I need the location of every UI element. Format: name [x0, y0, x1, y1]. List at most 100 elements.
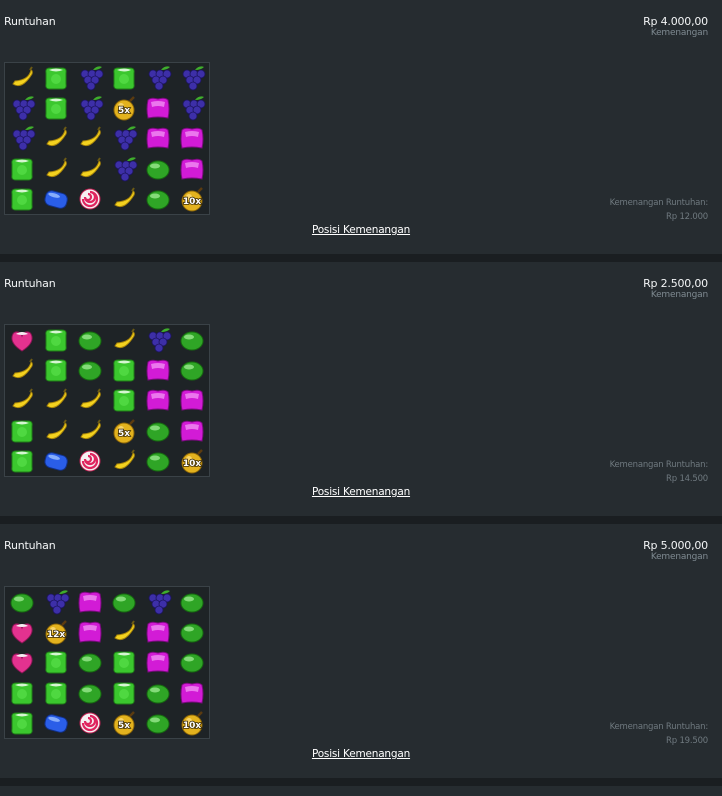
grid-cell: [5, 355, 39, 385]
green-square-candy-icon: [11, 450, 33, 473]
grid-cell: [5, 416, 39, 446]
green-square-candy-icon: [45, 359, 67, 382]
banana-icon: [80, 126, 101, 147]
grid-cell: [141, 708, 175, 738]
banana-icon: [46, 419, 67, 439]
multiplier-label: 10x: [183, 721, 202, 731]
green-apple-candy-icon: [146, 452, 170, 472]
win-amount: Rp 4.000,00: [643, 15, 708, 28]
win-amount-label: Kemenangan: [650, 290, 708, 300]
grid-cell: [73, 385, 107, 415]
grid-cell: [39, 93, 73, 123]
grid-cell: [39, 708, 73, 738]
grid-cell: [39, 416, 73, 446]
tumble-win-value: Rp 19.500: [666, 736, 708, 746]
grid-cell: [5, 587, 39, 617]
grid-cell: [5, 184, 39, 214]
grid-cell: [5, 325, 39, 355]
grid-cell: [107, 446, 141, 476]
purple-candy-icon: [78, 621, 102, 643]
grid-cell: [141, 93, 175, 123]
tumble-win-label: Kemenangan Runtuhan:: [609, 722, 709, 732]
grid-cell: [73, 325, 107, 355]
green-apple-candy-icon: [112, 593, 136, 613]
banana-icon: [80, 388, 101, 409]
multiplier-label: 5x: [118, 106, 130, 116]
purple-candy-icon: [146, 97, 170, 119]
grid-cell: [107, 325, 141, 355]
panel-title: Runtuhan: [4, 539, 56, 552]
purple-candy-icon: [146, 390, 170, 412]
banana-icon: [46, 126, 67, 147]
winning-positions-link[interactable]: Posisi Kemenangan: [0, 748, 722, 760]
purple-candy-icon: [146, 359, 170, 381]
green-square-candy-icon: [113, 359, 135, 382]
grid-cell: [39, 154, 73, 184]
green-square-candy-icon: [45, 651, 67, 674]
grid-cell: [73, 708, 107, 738]
green-apple-candy-icon: [146, 160, 170, 180]
winning-positions-link[interactable]: Posisi Kemenangan: [0, 486, 722, 498]
grid-cell: [73, 617, 107, 647]
green-apple-candy-icon: [78, 684, 102, 704]
banana-icon: [114, 328, 135, 349]
grid-cell: [39, 678, 73, 708]
grape-icon: [46, 590, 70, 615]
grid-cell: [175, 617, 209, 647]
grid-cell: [5, 678, 39, 708]
green-apple-candy-icon: [146, 422, 170, 442]
tumble-panel-next: [0, 786, 722, 796]
grid-cell: [141, 416, 175, 446]
grid-cell: [175, 416, 209, 446]
grid-cell: [73, 184, 107, 214]
panel-title: Runtuhan: [4, 277, 56, 290]
green-apple-candy-icon: [180, 593, 204, 613]
green-apple-candy-icon: [78, 331, 102, 351]
purple-candy-icon: [180, 128, 204, 150]
purple-candy-icon: [146, 652, 170, 674]
pink-heart-candy-icon: [11, 653, 33, 675]
grid-cell: [141, 325, 175, 355]
grid-cell: 5x: [107, 708, 141, 738]
grid-cell: 12x: [39, 617, 73, 647]
multiplier-bomb-icon: 5x: [113, 710, 135, 736]
green-square-candy-icon: [113, 67, 135, 90]
grid-cell: [175, 63, 209, 93]
grid-cell: [73, 123, 107, 153]
green-apple-candy-icon: [78, 361, 102, 381]
grid-cell: [175, 123, 209, 153]
grid-cell: [107, 647, 141, 677]
green-square-candy-icon: [11, 158, 33, 181]
grape-icon: [80, 96, 104, 121]
green-apple-candy-icon: [180, 331, 204, 351]
grid-cell: [5, 617, 39, 647]
grid-cell: [5, 154, 39, 184]
grid-cell: [73, 63, 107, 93]
grid-cell: [141, 587, 175, 617]
blue-candy-icon: [44, 190, 68, 209]
winning-positions-link[interactable]: Posisi Kemenangan: [0, 224, 722, 236]
multiplier-bomb-icon: 10x: [181, 710, 203, 736]
symbol-grid: 12x 5x 10x: [4, 586, 210, 739]
banana-icon: [114, 187, 135, 207]
green-square-candy-icon: [113, 651, 135, 674]
grid-cell: [5, 647, 39, 677]
blue-candy-icon: [44, 714, 68, 733]
lollipop-icon: [79, 712, 101, 734]
grid-cell: [5, 93, 39, 123]
purple-candy-icon: [180, 420, 204, 442]
green-square-candy-icon: [11, 682, 33, 705]
grid-cell: [107, 385, 141, 415]
purple-candy-icon: [180, 390, 204, 412]
grid-cell: [39, 355, 73, 385]
green-square-candy-icon: [45, 67, 67, 90]
grid-cell: [39, 123, 73, 153]
multiplier-label: 10x: [183, 197, 202, 207]
tumble-win-label: Kemenangan Runtuhan:: [609, 198, 709, 208]
banana-icon: [12, 66, 33, 87]
grid-cell: [107, 355, 141, 385]
grid-cell: [175, 385, 209, 415]
grid-cell: [175, 587, 209, 617]
grid-cell: [107, 123, 141, 153]
grid-cell: [5, 63, 39, 93]
